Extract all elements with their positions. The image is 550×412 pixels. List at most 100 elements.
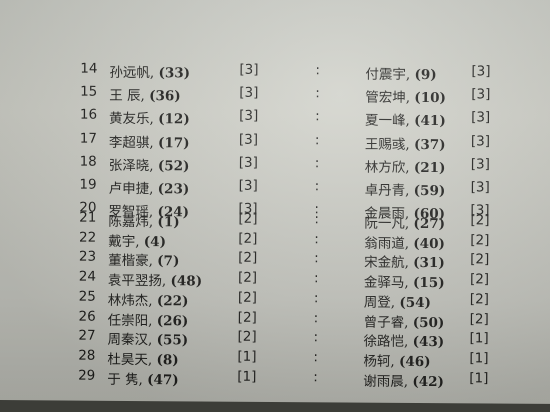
left-player: 李超骐, (17) [109,130,190,151]
board-number: 14 [80,60,98,77]
right-player-name: 翁雨道, [364,235,410,252]
board-number: 24 [78,268,97,285]
right-round-score: [2] [470,212,490,229]
separator: : [313,368,318,385]
right-player-points: (59) [413,182,446,200]
left-player-points: (22) [156,292,189,310]
left-player: 王 辰, (36) [109,84,181,104]
right-player-points: (41) [414,113,446,130]
left-player: 林炜杰, (22) [108,289,189,310]
separator: : [314,250,319,267]
separator: : [315,108,320,125]
separator: : [313,349,319,366]
separator: : [314,230,319,247]
left-player-points: (7) [157,253,180,270]
right-player: 宋金航, (31) [364,251,445,272]
right-player-points: (21) [413,159,446,176]
left-player-points: (52) [157,157,190,175]
left-player-points: (26) [156,312,189,329]
separator: : [313,329,319,346]
left-round-score: [2] [237,309,257,326]
right-round-score: [3] [471,63,491,80]
separator: : [315,85,320,102]
right-player-name: 杨轲, [363,353,395,370]
left-player: 于 隽, (47) [107,367,179,387]
right-round-score: [1] [469,350,489,367]
left-player-points: (8) [156,352,179,369]
right-player-name: 宋金航, [364,254,409,272]
pairing-row: 18 张泽晓, (52) [3]: 林方欣, (21) [3] [0,153,550,179]
board-number: 28 [78,347,96,364]
pairing-row: 19 卢申捷, (23) [3]: 卓丹青, (59) [3] [0,176,550,202]
printed-page: 14 孙远帆, (33) [3]: 付震宇, (9) [3] 15 王 辰, (36) [3]… [0,0,550,405]
right-player-name: 王赐彧, [364,136,410,153]
left-player-name: 于 隽, [107,371,143,388]
right-player-points: (40) [413,235,445,252]
left-round-score: [3] [238,131,259,148]
board-number: 17 [79,130,98,147]
right-player-name: 管宏坤, [365,89,411,107]
left-player: 孙远帆, (33) [109,61,190,82]
left-player: 卢申捷, (23) [109,177,190,198]
left-player-points: (23) [157,181,190,198]
right-round-score: [2] [469,271,490,288]
left-player-name: 李超骐, [108,134,154,151]
right-round-score: [3] [471,86,491,103]
right-round-score: [1] [469,369,489,387]
right-player-name: 金驿马, [363,274,409,291]
right-player-points: (43) [412,334,445,351]
board-number: 29 [78,367,96,384]
left-player-points: (55) [156,332,189,349]
separator: : [315,62,321,79]
left-round-score: [3] [239,108,259,125]
left-round-score: [2] [238,210,258,227]
left-player: 张泽晓, (52) [109,154,190,175]
right-player-name: 付震宇, [365,66,411,83]
right-player: 翁雨道, (40) [364,231,445,252]
board-number: 25 [78,288,96,305]
right-round-score: [3] [470,132,491,150]
right-player-name: 徐路恺, [363,333,409,351]
left-round-score: [2] [238,230,258,247]
left-round-score: [3] [238,177,258,194]
board-number: 16 [79,106,98,124]
left-player-name: 戴宇, [108,233,140,250]
left-round-score: [2] [237,328,257,346]
left-player-name: 张泽晓, [108,157,154,174]
right-player-points: (10) [414,90,446,107]
left-player: 黄友乐, (12) [109,107,190,128]
separator: : [313,290,319,307]
left-player: 周秦汉, (55) [107,328,188,349]
right-player: 杨轲, (46) [363,349,430,369]
right-player: 徐路恺, (43) [363,330,444,351]
right-round-score: [2] [469,291,490,308]
right-player-name: 阮一凡, [364,215,410,232]
right-player-points: (15) [412,275,445,292]
left-player: 戴宇, (4) [108,229,166,249]
board-number: 22 [79,229,97,246]
right-player: 付震宇, (9) [365,63,436,83]
pairing-row: 14 孙远帆, (33) [3]: 付震宇, (9) [3] [0,60,550,86]
right-round-score: [2] [470,232,490,249]
left-player-name: 杜昊天, [107,351,153,369]
separator: : [314,178,320,195]
right-player: 夏一峰, (41) [365,109,446,130]
board-number: 19 [79,176,97,193]
right-player: 金驿马, (15) [364,271,445,292]
left-player-points: (17) [157,134,190,151]
left-round-score: [2] [237,289,258,306]
right-player: 曾子睿, (50) [364,310,445,331]
left-round-score: [2] [237,269,258,286]
left-player: 任崇阳, (26) [108,308,189,329]
left-player-name: 黄友乐, [109,111,154,128]
right-round-score: [3] [470,179,490,196]
left-player-points: (1) [157,214,180,231]
right-round-score: [3] [471,109,491,126]
left-player-points: (48) [170,273,203,290]
pairing-row: 29 于 隽, (47) [1]: 谢雨晨, (42) [1] [0,367,550,393]
left-player: 杜昊天, (8) [107,348,178,368]
left-player-points: (33) [158,65,191,82]
left-player-name: 孙远帆, [109,64,155,82]
right-player-name: 卓丹青, [364,182,410,199]
left-player-points: (12) [158,111,190,128]
